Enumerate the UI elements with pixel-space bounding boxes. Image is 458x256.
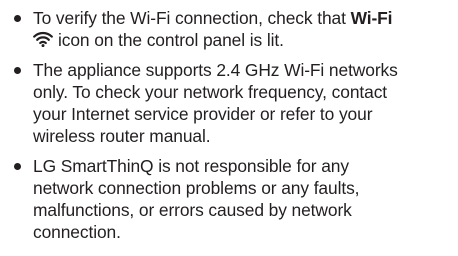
note-frequency: The appliance supports 2.4 GHz Wi-Fi net… [12,59,452,147]
note-line: only. To check your network frequency, c… [33,82,388,102]
wifi-label: Wi-Fi [350,8,393,28]
note-disclaimer: LG SmartThinQ is not responsible for any… [12,155,452,243]
bullet [14,163,21,170]
notes-list: To verify the Wi-Fi connection, check th… [12,7,452,251]
wifi-icon [33,31,53,47]
note-line: The appliance supports 2.4 GHz Wi-Fi net… [33,60,398,80]
note-line: wireless router manual. [33,126,211,146]
note-wifi-verify: To verify the Wi-Fi connection, check th… [12,7,452,51]
note-text: icon on the control panel is lit. [58,30,284,50]
note-line: LG SmartThinQ is not responsible for any [33,156,349,176]
note-line: connection. [33,222,121,242]
note-line: To verify the Wi-Fi connection, check th… [33,7,452,29]
note-text: To verify the Wi-Fi connection, check th… [33,8,351,28]
bullet [14,67,21,74]
bullet [14,15,21,22]
note-line: malfunctions, or errors caused by networ… [33,200,352,220]
note-line: icon on the control panel is lit. [33,29,452,51]
note-line: your Internet service provider or refer … [33,104,373,124]
note-line: network connection problems or any fault… [33,178,360,198]
